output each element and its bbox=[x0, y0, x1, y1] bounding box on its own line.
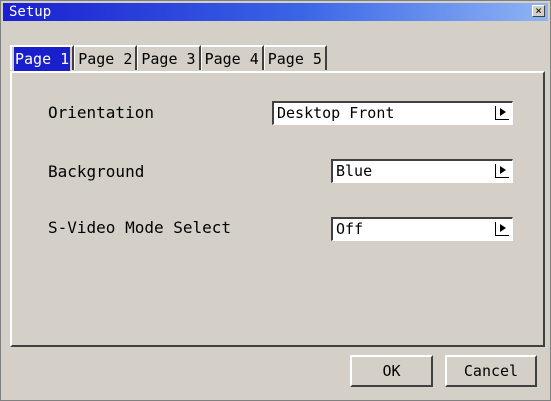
orientation-label: Orientation bbox=[48, 103, 154, 122]
svideo-value: Off bbox=[336, 220, 364, 238]
tab-label: Page 2 bbox=[78, 49, 133, 68]
dropdown-arrow-icon[interactable] bbox=[495, 106, 509, 120]
ok-button[interactable]: OK bbox=[350, 355, 433, 387]
background-value: Blue bbox=[336, 162, 373, 180]
orientation-value: Desktop Front bbox=[277, 104, 395, 122]
tab-label: Page 4 bbox=[204, 49, 259, 68]
close-button[interactable]: × bbox=[532, 5, 545, 17]
tab-page-5[interactable]: Page 5 bbox=[263, 45, 327, 70]
tab-label: Page 5 bbox=[267, 49, 322, 68]
cancel-button[interactable]: Cancel bbox=[445, 355, 537, 387]
tab-page-2[interactable]: Page 2 bbox=[74, 45, 138, 70]
tab-panel: Orientation Desktop Front Background Blu… bbox=[10, 71, 545, 347]
close-icon: × bbox=[535, 4, 542, 17]
tab-label: Page 1 bbox=[14, 46, 71, 71]
tab-page-4[interactable]: Page 4 bbox=[200, 45, 264, 70]
dropdown-arrow-icon[interactable] bbox=[495, 222, 509, 236]
orientation-select[interactable]: Desktop Front bbox=[272, 101, 513, 125]
background-select[interactable]: Blue bbox=[331, 159, 513, 183]
tab-strip: Page 1 Page 2 Page 3 Page 4 Page 5 bbox=[10, 45, 327, 72]
tab-page-3[interactable]: Page 3 bbox=[137, 45, 201, 70]
svideo-label: S-Video Mode Select bbox=[48, 218, 232, 237]
tab-page-1[interactable]: Page 1 bbox=[10, 45, 75, 71]
background-label: Background bbox=[48, 162, 145, 181]
dropdown-arrow-icon[interactable] bbox=[495, 164, 509, 178]
tab-label: Page 3 bbox=[141, 49, 196, 68]
window-title: Setup bbox=[9, 4, 52, 20]
setup-window: Setup × Page 1 Page 2 Page 3 Page 4 Page… bbox=[0, 0, 551, 401]
svideo-mode-select[interactable]: Off bbox=[331, 217, 513, 241]
title-bar[interactable]: Setup × bbox=[3, 3, 548, 21]
